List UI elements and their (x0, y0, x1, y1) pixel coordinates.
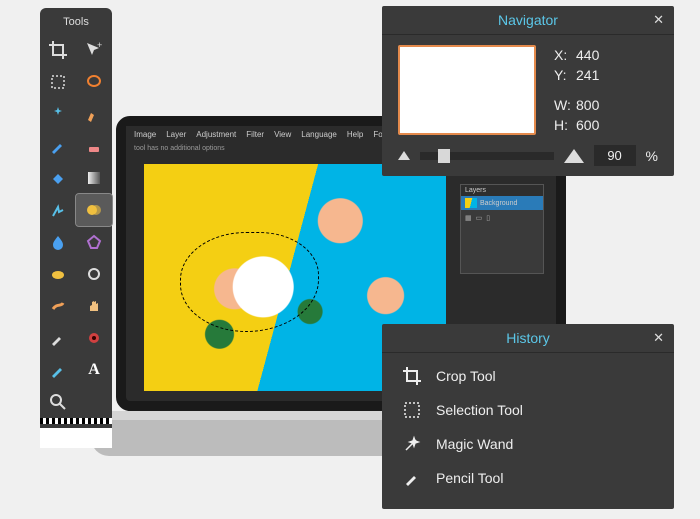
nav-x-value: 440 (576, 47, 599, 63)
history-panel: History ✕ Crop Tool Selection Tool Magic… (382, 324, 674, 509)
eraser-tool-icon[interactable] (76, 130, 112, 162)
history-label: Selection Tool (436, 402, 523, 418)
history-item-pencil[interactable]: Pencil Tool (382, 461, 674, 495)
wand-icon (402, 434, 422, 454)
menu-filter[interactable]: Filter (246, 130, 264, 139)
swatch-divider (40, 418, 112, 424)
nav-h-label: H: (554, 117, 576, 133)
close-icon[interactable]: ✕ (653, 12, 664, 28)
menu-layer[interactable]: Layer (166, 130, 186, 139)
zoom-tool-icon[interactable] (40, 386, 76, 418)
history-title: History (506, 330, 550, 346)
navigator-info: X:440 Y:241 W:800 H:600 (554, 45, 599, 135)
zoom-pct: % (646, 148, 658, 164)
sponge-tool-icon[interactable] (40, 258, 76, 290)
blur-tool-icon[interactable] (40, 226, 76, 258)
svg-text:+: + (97, 41, 102, 50)
layer-action-icons: ▦ ▭ ▯ (461, 210, 543, 226)
color-swatches (40, 428, 112, 448)
hand-tool-icon[interactable] (76, 290, 112, 322)
navigator-header: Navigator ✕ (382, 6, 674, 35)
layer-background[interactable]: Background (461, 196, 543, 210)
marquee-tool-icon[interactable] (40, 66, 76, 98)
swatch-1[interactable] (40, 428, 64, 448)
close-icon[interactable]: ✕ (653, 330, 664, 346)
history-header: History ✕ (382, 324, 674, 353)
clone-tool-icon[interactable] (40, 194, 76, 226)
history-item-crop[interactable]: Crop Tool (382, 359, 674, 393)
nav-w-value: 800 (576, 97, 599, 113)
navigator-thumbnail[interactable] (398, 45, 536, 135)
layer-thumbnail (465, 198, 477, 208)
history-label: Magic Wand (436, 436, 513, 452)
layers-panel[interactable]: Layers Background ▦ ▭ ▯ (460, 184, 544, 274)
zoom-slider-thumb[interactable] (438, 149, 450, 163)
lasso-tool-icon[interactable] (76, 66, 112, 98)
marker-tool-icon[interactable] (40, 354, 76, 386)
history-item-wand[interactable]: Magic Wand (382, 427, 674, 461)
pencil-tool-icon[interactable] (40, 130, 76, 162)
tools-title: Tools (40, 14, 112, 34)
navigator-panel: Navigator ✕ X:440 Y:241 W:800 H:600 90 % (382, 6, 674, 176)
menu-adjustment[interactable]: Adjustment (196, 130, 236, 139)
nav-x-label: X: (554, 47, 576, 63)
pencil-icon (402, 468, 422, 488)
brush-tool-icon[interactable] (76, 98, 112, 130)
redeye-tool-icon[interactable] (76, 322, 112, 354)
smudge-tool-icon[interactable] (40, 290, 76, 322)
navigator-title: Navigator (498, 12, 558, 28)
swatch-2[interactable] (64, 428, 88, 448)
move-tool-icon[interactable]: + (76, 34, 112, 66)
zoom-in-icon[interactable] (564, 149, 584, 163)
crop-tool-icon[interactable] (40, 34, 76, 66)
layer-icon[interactable]: ▯ (486, 214, 490, 222)
magic-wand-icon[interactable] (40, 98, 76, 130)
layer-icon[interactable]: ▦ (465, 214, 472, 222)
spare-tool-icon[interactable] (76, 386, 112, 418)
retouch-tool-icon[interactable] (76, 194, 112, 226)
nav-y-value: 241 (576, 67, 599, 83)
menu-image[interactable]: Image (134, 130, 156, 139)
layer-icon[interactable]: ▭ (476, 214, 483, 222)
zoom-out-icon[interactable] (398, 151, 410, 160)
zoom-slider[interactable] (420, 152, 554, 160)
layer-label: Background (480, 200, 517, 207)
dodge-tool-icon[interactable] (76, 258, 112, 290)
history-item-selection[interactable]: Selection Tool (382, 393, 674, 427)
menu-help[interactable]: Help (347, 130, 363, 139)
history-label: Crop Tool (436, 368, 496, 384)
zoom-value[interactable]: 90 (594, 145, 636, 166)
bucket-tool-icon[interactable] (40, 162, 76, 194)
layers-title: Layers (461, 185, 543, 196)
swatch-3[interactable] (88, 428, 112, 448)
crop-icon (402, 366, 422, 386)
nav-y-label: Y: (554, 67, 576, 83)
nav-w-label: W: (554, 97, 576, 113)
eyedropper-tool-icon[interactable] (40, 322, 76, 354)
shape-tool-icon[interactable] (76, 226, 112, 258)
nav-h-value: 600 (576, 117, 599, 133)
tools-panel: Tools + A (40, 8, 112, 448)
menu-language[interactable]: Language (301, 130, 337, 139)
menu-view[interactable]: View (274, 130, 291, 139)
gradient-tool-icon[interactable] (76, 162, 112, 194)
text-tool-icon[interactable]: A (76, 354, 112, 386)
lasso-selection (180, 232, 319, 332)
history-label: Pencil Tool (436, 470, 503, 486)
selection-icon (402, 400, 422, 420)
